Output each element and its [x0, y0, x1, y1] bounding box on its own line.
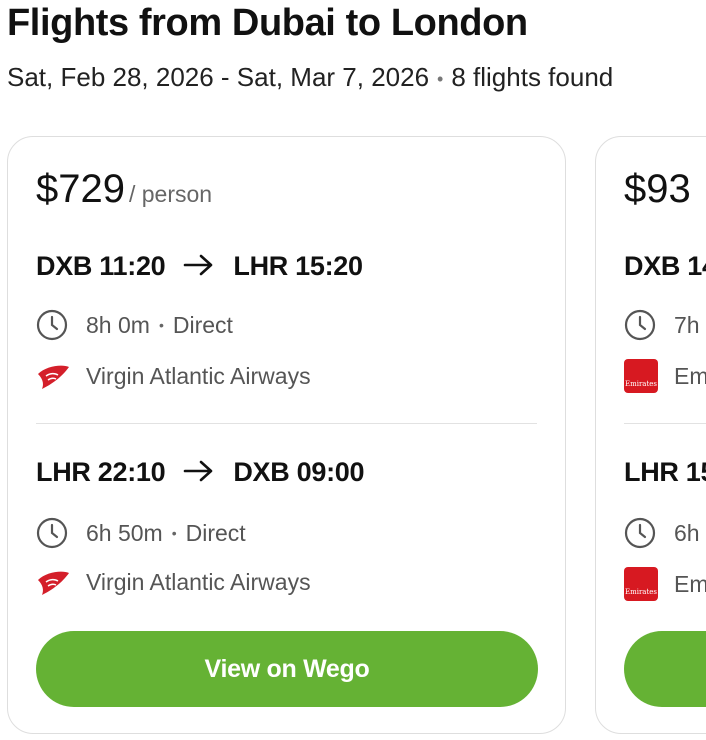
airline-name: Em — [674, 570, 706, 597]
virgin-atlantic-logo-icon — [36, 570, 70, 596]
duration-text: 7h — [674, 311, 700, 338]
clock-icon — [624, 517, 656, 549]
duration-text: 6h 50m — [86, 519, 163, 546]
separator-dot: • — [158, 317, 164, 333]
virgin-atlantic-logo-icon — [36, 364, 70, 390]
view-on-wego-button[interactable] — [624, 631, 706, 707]
inbound-airline: Virgin Atlantic Airways — [36, 569, 311, 596]
airline-name: Em — [674, 362, 706, 389]
view-on-wego-button[interactable]: View on Wego — [36, 631, 538, 707]
departure: DXB 11:20 — [36, 251, 166, 281]
flight-card[interactable]: $93 DXB 14 7h Emirates Em LHR 15 6h Emir… — [595, 136, 706, 734]
outbound-airline: Emirates Em — [624, 359, 706, 393]
price: $93 — [624, 167, 691, 212]
departure: LHR 22:10 — [36, 457, 166, 487]
arrow-right-icon — [183, 254, 215, 276]
arrival: LHR 15:20 — [233, 251, 363, 281]
price-amount: $93 — [624, 167, 691, 211]
inbound-route: LHR 22:10 DXB 09:00 — [36, 457, 365, 488]
separator-dot: • — [171, 525, 177, 541]
airline-name: Virgin Atlantic Airways — [86, 363, 311, 389]
outbound-route: DXB 14 — [624, 251, 706, 282]
divider — [624, 423, 706, 424]
divider — [36, 423, 537, 424]
emirates-logo-icon: Emirates — [624, 567, 658, 601]
clock-icon — [36, 309, 68, 341]
inbound-airline: Emirates Em — [624, 567, 706, 601]
inbound-duration: 6h — [624, 517, 700, 549]
clock-icon — [36, 517, 68, 549]
inbound-route: LHR 15 — [624, 457, 706, 488]
duration-text: 6h — [674, 519, 700, 546]
stops-text: Direct — [185, 519, 246, 546]
airline-name: Virgin Atlantic Airways — [86, 569, 311, 595]
flight-card[interactable]: $729/ person DXB 11:20 LHR 15:20 8h 0m • Di… — [7, 136, 566, 734]
duration-text: 8h 0m — [86, 311, 150, 338]
emirates-logo-icon: Emirates — [624, 359, 658, 393]
arrival: DXB 09:00 — [233, 457, 365, 487]
outbound-route: DXB 11:20 LHR 15:20 — [36, 251, 363, 282]
outbound-duration: 8h 0m • Direct — [36, 309, 233, 341]
stops-text: Direct — [172, 311, 233, 338]
price-amount: $729 — [36, 167, 125, 211]
outbound-duration: 7h — [624, 309, 700, 341]
arrow-right-icon — [183, 460, 215, 482]
outbound-airline: Virgin Atlantic Airways — [36, 363, 311, 390]
price: $729/ person — [36, 167, 212, 212]
price-unit: / person — [128, 181, 213, 207]
departure: DXB 14 — [624, 251, 706, 281]
clock-icon — [624, 309, 656, 341]
departure: LHR 15 — [624, 457, 706, 487]
inbound-duration: 6h 50m • Direct — [36, 517, 246, 549]
